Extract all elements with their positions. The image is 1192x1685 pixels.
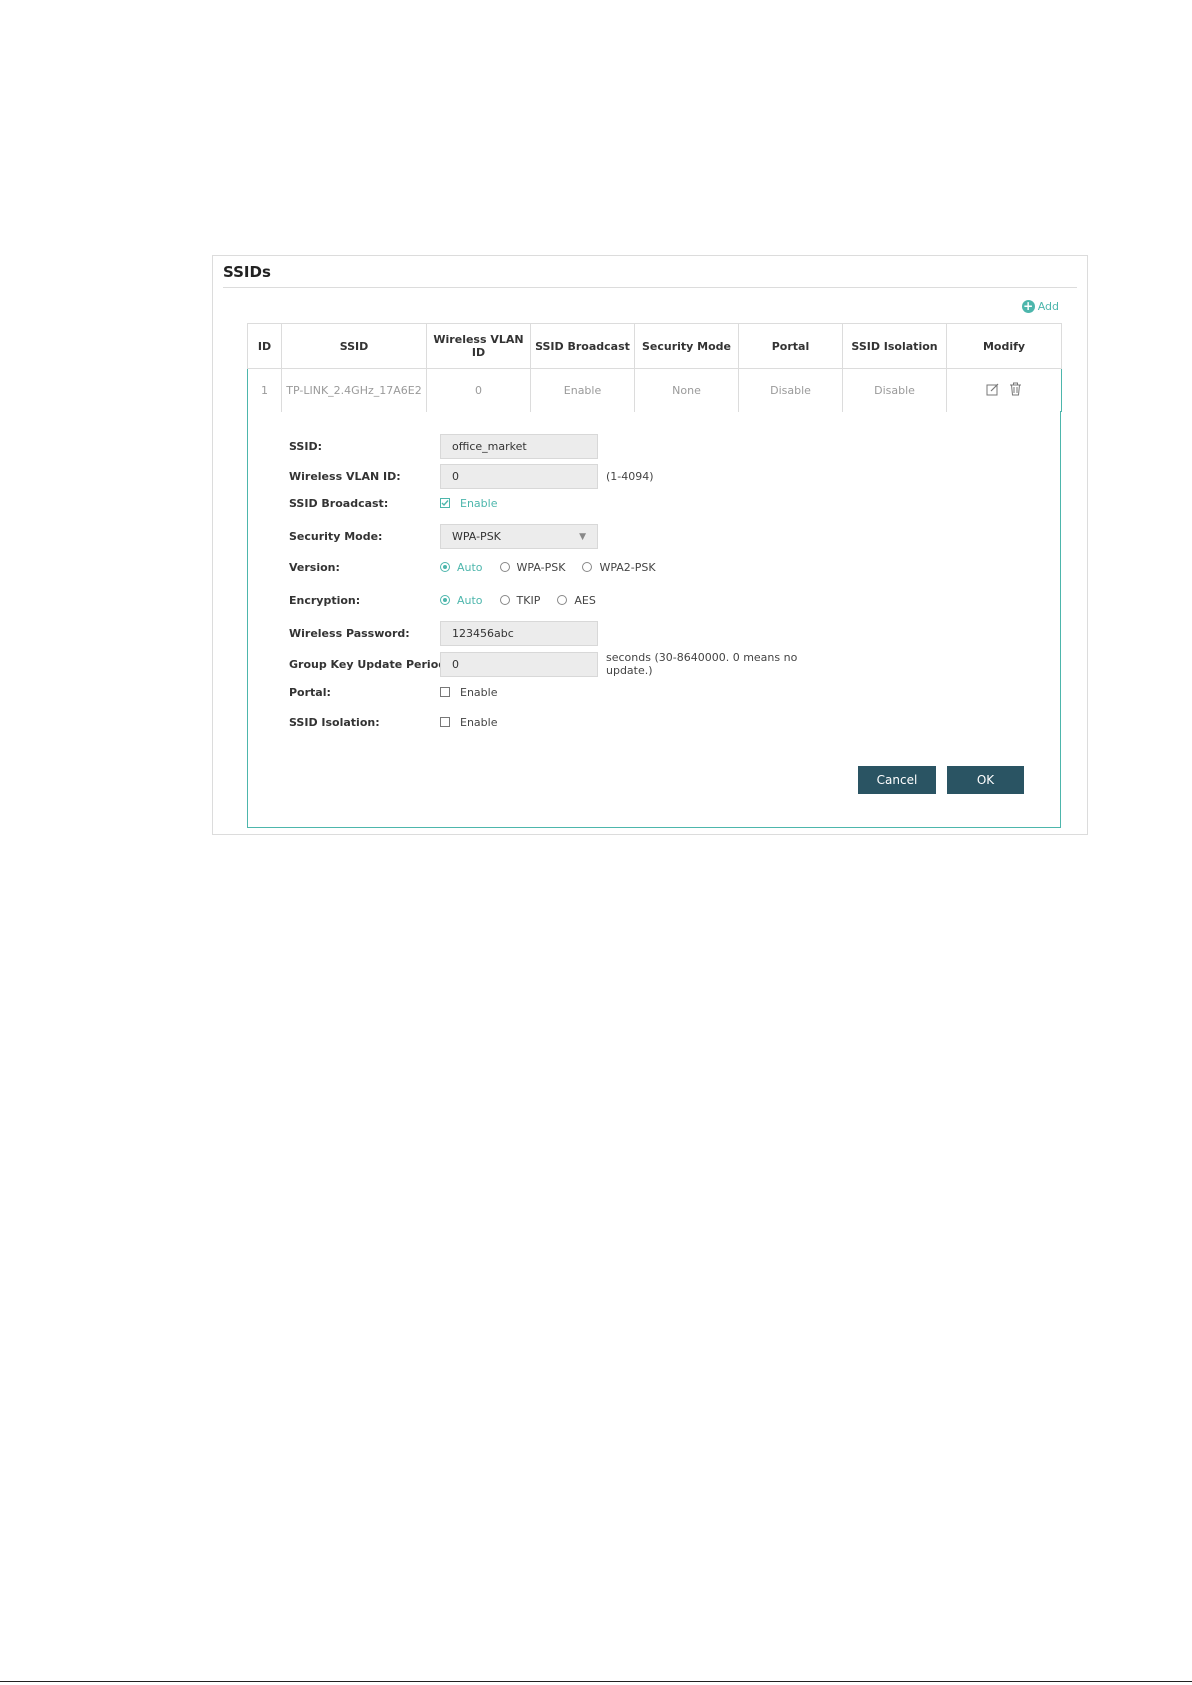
encryption-option-label: Auto — [457, 593, 483, 607]
cell-vlan: 0 — [426, 368, 531, 412]
cell-broadcast: Enable — [530, 368, 635, 412]
broadcast-option-label: Enable — [460, 496, 498, 510]
checkmark-icon — [441, 500, 449, 507]
password-input[interactable]: 123456abc — [440, 621, 598, 646]
radio-selected-icon — [440, 595, 450, 605]
ssid-table: ID SSID Wireless VLAN ID SSID Broadcast … — [247, 323, 1062, 412]
isolation-label: SSID Isolation: — [289, 715, 380, 729]
cell-modify — [946, 368, 1062, 412]
plus-circle-icon: + — [1021, 299, 1035, 313]
vlan-label: Wireless VLAN ID: — [289, 470, 401, 483]
encryption-option-label: TKIP — [516, 593, 541, 607]
version-option-label: Auto — [457, 560, 483, 574]
radio-icon — [499, 595, 510, 605]
group-key-input[interactable]: 0 — [440, 651, 598, 677]
isolation-row: SSID Isolation: Enable — [289, 714, 497, 730]
isolation-checkbox[interactable] — [440, 717, 450, 727]
version-option-label: WPA-PSK — [516, 560, 566, 574]
portal-row: Portal: Enable — [289, 684, 497, 700]
ssid-input[interactable]: office_market — [440, 434, 598, 459]
col-header-security: Security Mode — [634, 323, 739, 369]
col-header-vlan: Wireless VLAN ID — [426, 323, 531, 369]
encryption-label: Encryption: — [289, 593, 361, 607]
col-header-modify: Modify — [946, 323, 1062, 369]
encryption-option-label: AES — [574, 593, 596, 607]
radio-selected-icon — [440, 562, 450, 572]
cell-id: 1 — [247, 368, 282, 412]
broadcast-checkbox[interactable] — [440, 498, 450, 508]
vlan-row: Wireless VLAN ID: 0 (1-4094) — [289, 464, 654, 489]
broadcast-label: SSID Broadcast: — [289, 496, 389, 510]
group-key-hint: seconds (30-8640000. 0 means no update.) — [606, 651, 798, 677]
edit-icon[interactable] — [986, 383, 999, 396]
portal-checkbox[interactable] — [440, 687, 450, 697]
cancel-button[interactable]: Cancel — [858, 766, 936, 794]
trash-icon[interactable] — [1009, 382, 1022, 396]
version-option-wpa2-psk[interactable]: WPA2-PSK — [582, 560, 656, 574]
col-header-id: ID — [247, 323, 282, 369]
isolation-option-label: Enable — [460, 715, 498, 729]
table-header-row: ID SSID Wireless VLAN ID SSID Broadcast … — [247, 323, 1062, 369]
encryption-option-aes[interactable]: AES — [557, 593, 596, 607]
panel-title: SSIDs — [223, 263, 271, 281]
version-option-label: WPA2-PSK — [599, 560, 656, 574]
title-divider — [223, 287, 1077, 288]
col-header-ssid: SSID — [281, 323, 427, 369]
security-mode-select[interactable]: WPA-PSK ▼ — [440, 524, 598, 549]
portal-option-label: Enable — [460, 685, 498, 699]
password-label: Wireless Password: — [289, 627, 410, 640]
group-key-label: Group Key Update Period: — [289, 657, 451, 671]
radio-icon — [499, 562, 510, 572]
version-label: Version: — [289, 560, 340, 574]
encryption-option-tkip[interactable]: TKIP — [499, 593, 541, 607]
cell-ssid: TP-LINK_2.4GHz_17A6E2 — [281, 368, 427, 412]
ssid-row: SSID: office_market — [289, 434, 598, 459]
radio-icon — [557, 595, 568, 605]
version-option-wpa-psk[interactable]: WPA-PSK — [499, 560, 566, 574]
dropdown-arrow-icon: ▼ — [579, 531, 586, 542]
encryption-row: Encryption: Auto TKIP AES — [289, 592, 613, 608]
cell-portal: Disable — [738, 368, 843, 412]
cell-isolation: Disable — [842, 368, 947, 412]
encryption-option-auto[interactable]: Auto — [440, 594, 483, 607]
version-option-auto[interactable]: Auto — [440, 561, 483, 574]
col-header-portal: Portal — [738, 323, 843, 369]
broadcast-row: SSID Broadcast: Enable — [289, 495, 497, 511]
security-label: Security Mode: — [289, 530, 383, 543]
table-row: 1 TP-LINK_2.4GHz_17A6E2 0 Enable None Di… — [247, 368, 1062, 412]
col-header-broadcast: SSID Broadcast — [530, 323, 635, 369]
ok-button[interactable]: OK — [947, 766, 1024, 794]
vlan-hint: (1-4094) — [606, 470, 654, 483]
add-label: Add — [1037, 300, 1059, 313]
col-header-isolation: SSID Isolation — [842, 323, 947, 369]
add-button[interactable]: + Add — [1021, 299, 1059, 313]
portal-label: Portal: — [289, 685, 331, 699]
password-row: Wireless Password: 123456abc — [289, 621, 598, 646]
radio-icon — [582, 562, 593, 572]
cell-security: None — [634, 368, 739, 412]
ssid-label: SSID: — [289, 440, 322, 453]
page-bottom-rule — [0, 1681, 1192, 1682]
security-mode-value: WPA-PSK — [452, 530, 501, 543]
group-key-row: Group Key Update Period: 0 seconds (30-8… — [289, 651, 816, 677]
version-row: Version: Auto WPA-PSK WPA2-PSK — [289, 559, 673, 575]
edit-form: SSID: office_market Wireless VLAN ID: 0 … — [247, 411, 1061, 828]
vlan-input[interactable]: 0 — [440, 464, 598, 489]
ssids-panel: SSIDs + Add ID SSID Wireless VLAN ID SSI… — [212, 255, 1088, 835]
security-row: Security Mode: WPA-PSK ▼ — [289, 524, 598, 549]
